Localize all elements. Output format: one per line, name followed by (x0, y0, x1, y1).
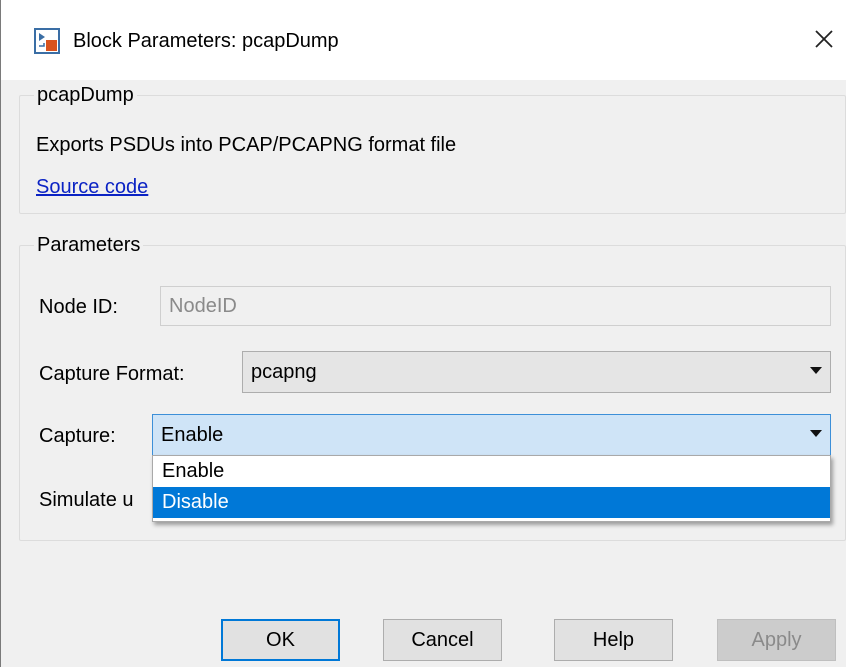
title-bar: Block Parameters: pcapDump (1, 0, 847, 80)
capture-label: Capture: (39, 425, 116, 447)
window-title: Block Parameters: pcapDump (73, 30, 339, 52)
node-id-label: Node ID: (39, 296, 118, 318)
simulink-block-icon (34, 28, 60, 54)
capture-format-value: pcapng (251, 361, 317, 383)
help-button[interactable]: Help (554, 619, 673, 661)
ok-button[interactable]: OK (221, 619, 340, 661)
simulate-label: Simulate u (39, 489, 134, 511)
dropdown-option-enable[interactable]: Enable (153, 456, 830, 487)
block-description: Exports PSDUs into PCAP/PCAPNG format fi… (36, 134, 457, 156)
dropdown-option-disable[interactable]: Disable (153, 487, 830, 518)
capture-format-select[interactable]: pcapng (242, 351, 831, 393)
block-name-legend: pcapDump (34, 84, 137, 107)
chevron-down-icon (810, 367, 822, 375)
block-parameters-dialog: Block Parameters: pcapDump pcapDump Expo… (0, 0, 847, 667)
capture-dropdown-list: Enable Disable (152, 455, 831, 522)
chevron-down-icon (810, 430, 822, 438)
node-id-field: NodeID (160, 286, 831, 326)
capture-format-label: Capture Format: (39, 363, 185, 385)
apply-button[interactable]: Apply (717, 619, 836, 661)
source-code-link[interactable]: Source code (36, 176, 148, 199)
parameters-legend: Parameters (34, 234, 144, 257)
capture-value: Enable (161, 424, 224, 446)
capture-select[interactable]: Enable (152, 414, 831, 456)
cancel-button[interactable]: Cancel (383, 619, 502, 661)
close-icon[interactable] (807, 22, 841, 56)
